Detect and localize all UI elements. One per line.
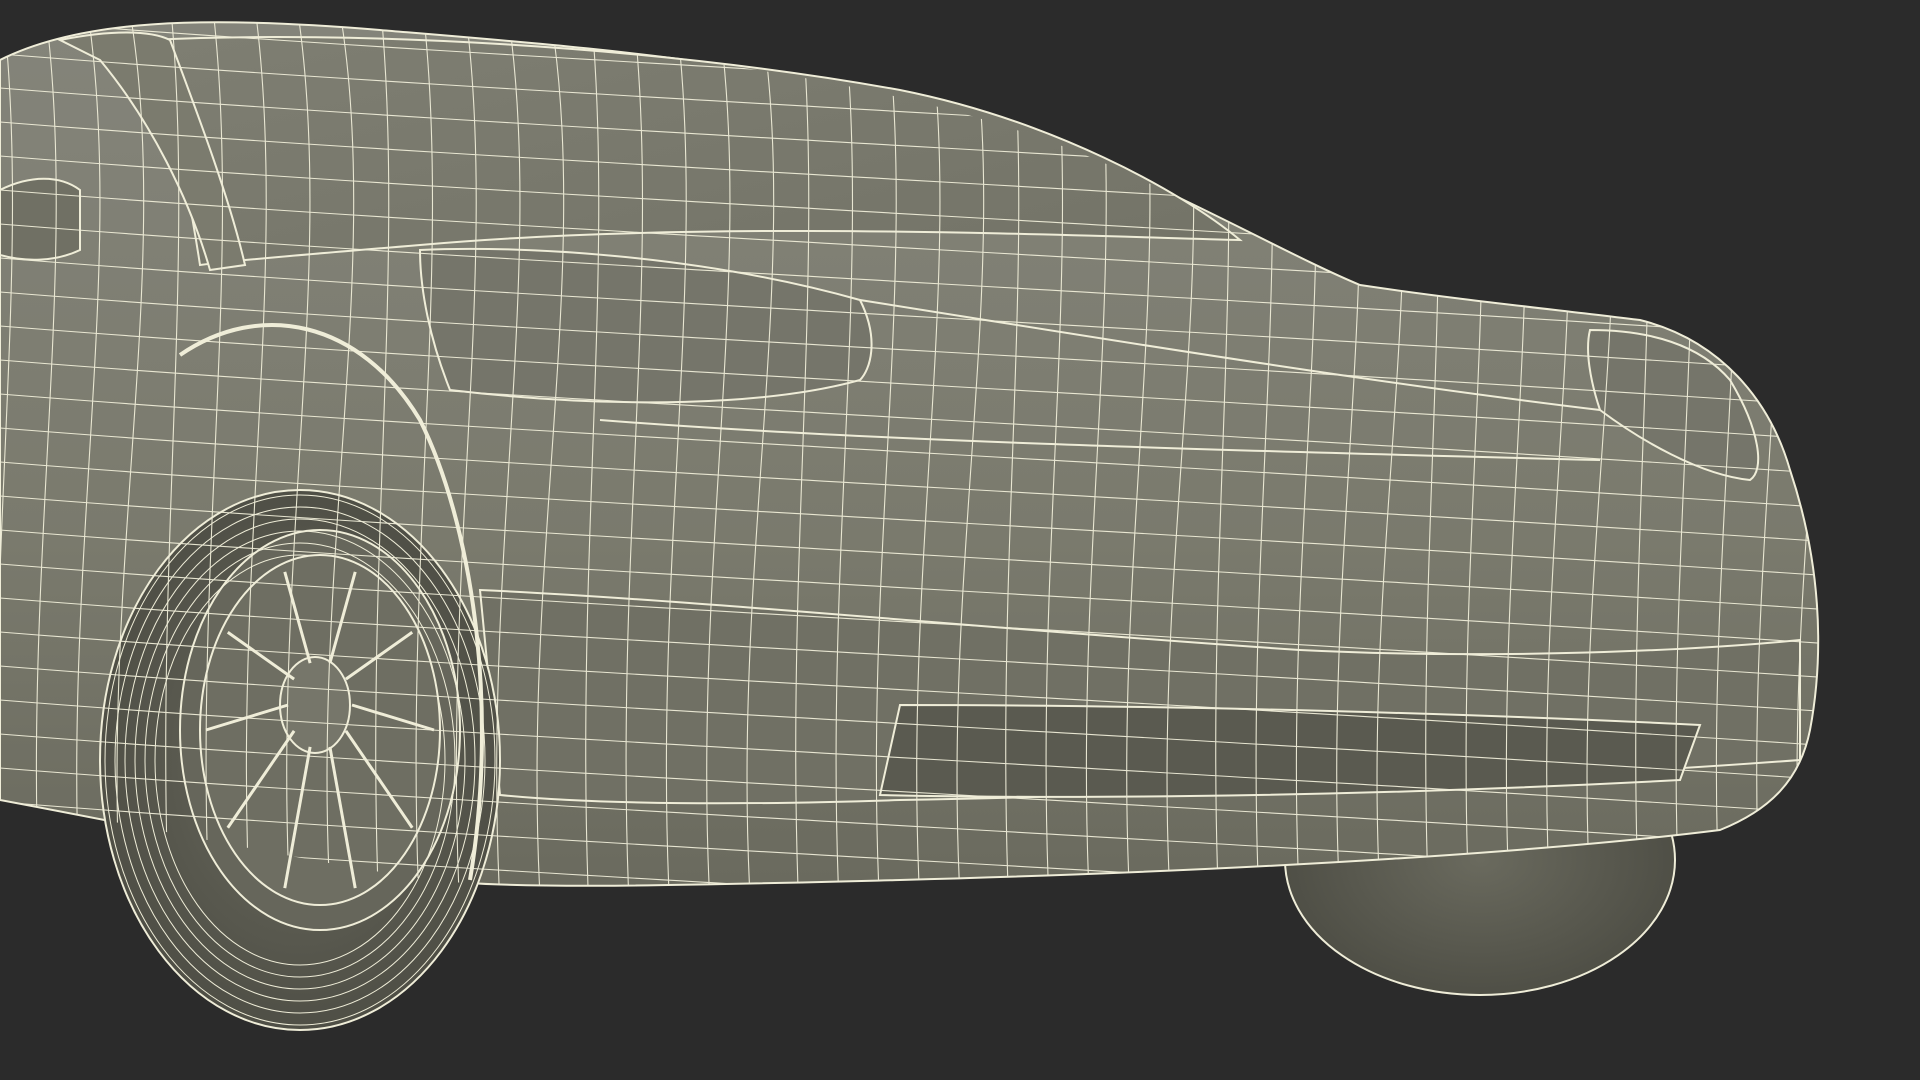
car-wireframe-render	[0, 21, 1820, 1031]
windshield	[148, 36, 1243, 267]
render-viewport	[0, 0, 1920, 1080]
front-rim	[199, 554, 441, 906]
lower-grille	[878, 703, 1702, 798]
